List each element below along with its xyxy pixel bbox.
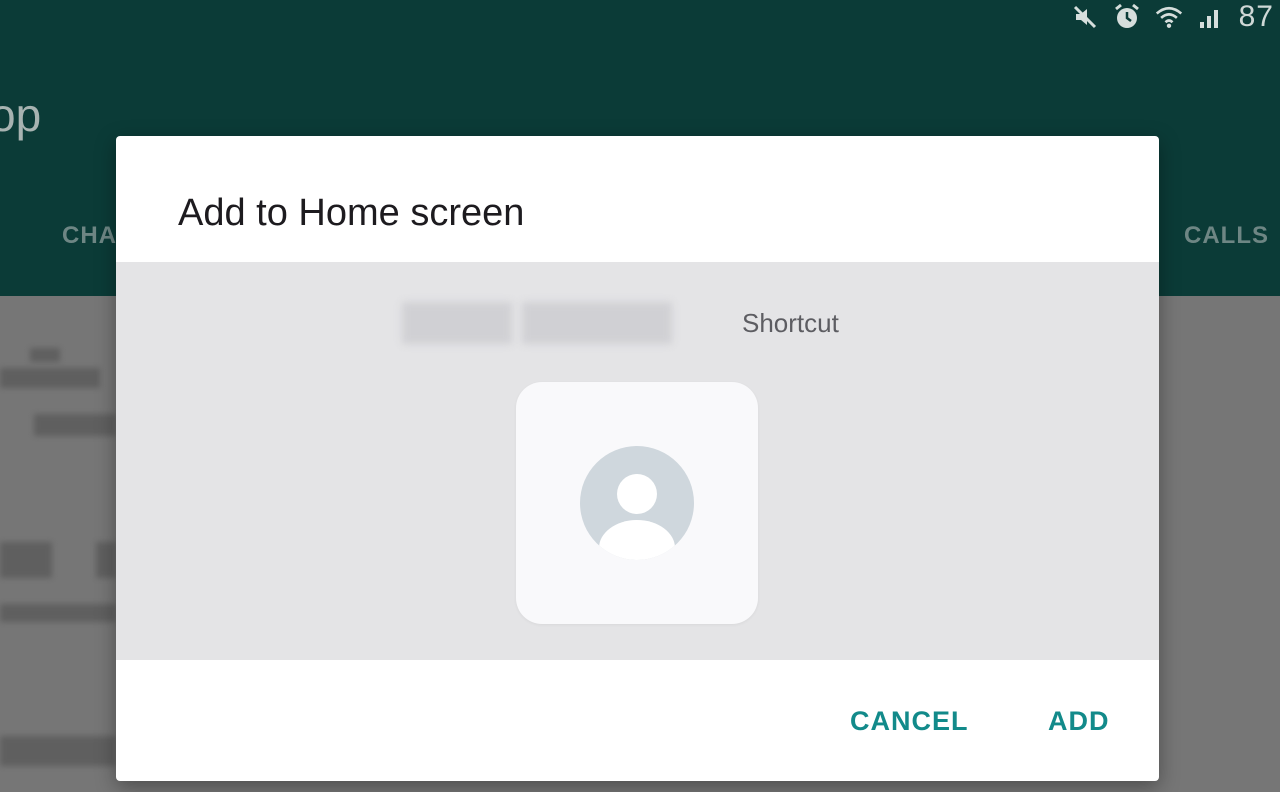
dialog-actions: CANCEL ADD <box>116 660 1159 781</box>
list-item <box>0 604 116 622</box>
shortcut-label: Shortcut <box>742 308 839 338</box>
status-bar: 87 <box>1071 0 1280 34</box>
dialog-content: Shortcut <box>116 262 1159 660</box>
contact-avatar-icon <box>580 446 694 560</box>
tab-calls[interactable]: CALLS <box>1184 222 1269 250</box>
list-item <box>0 368 100 388</box>
dialog-title: Add to Home screen <box>178 192 525 234</box>
signal-icon <box>1197 3 1225 31</box>
tab-chats[interactable]: CHA <box>62 222 117 250</box>
add-to-home-dialog: Add to Home screen Shortcut CANCEL ADD <box>116 136 1159 781</box>
cancel-button[interactable]: CANCEL <box>850 706 969 737</box>
list-item <box>0 542 52 578</box>
alarm-icon <box>1113 3 1141 31</box>
app-title: op <box>0 89 42 141</box>
list-item <box>0 736 116 766</box>
mute-icon <box>1071 3 1099 31</box>
list-item <box>30 348 60 362</box>
shortcut-name-redacted <box>402 302 682 344</box>
screen: 87 op CHA CALLS Add to Home screen Short… <box>0 0 1280 792</box>
shortcut-icon-tile[interactable] <box>516 382 758 624</box>
add-button[interactable]: ADD <box>1048 706 1110 737</box>
list-item <box>96 542 116 578</box>
list-item <box>34 414 116 436</box>
wifi-icon <box>1155 3 1183 31</box>
battery-level: 87 <box>1238 0 1274 33</box>
